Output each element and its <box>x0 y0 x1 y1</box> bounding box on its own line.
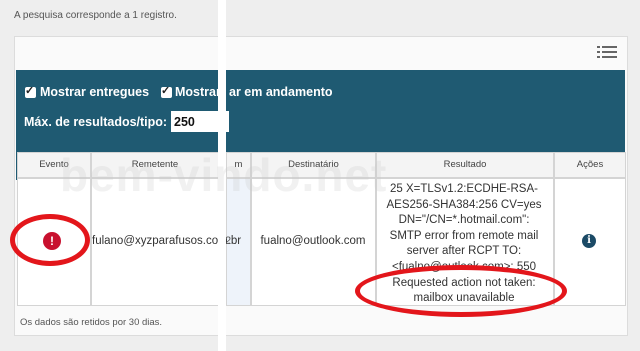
col-header-actions[interactable]: Ações <box>554 152 626 178</box>
show-pending-checkbox[interactable] <box>161 84 172 98</box>
retention-note: Os dados são retidos por 30 dias. <box>20 317 163 328</box>
col-header-sender[interactable]: Remetente <box>91 152 219 178</box>
list-view-icon[interactable] <box>597 44 617 62</box>
divider-strip <box>218 0 226 351</box>
result-highlight-ring <box>355 265 567 317</box>
show-pending-label[interactable]: Mostrar <box>175 85 221 99</box>
show-delivered-checkbox[interactable] <box>25 84 36 98</box>
event-highlight-ring <box>10 214 90 266</box>
recipient-email: fualno@outlook.com <box>260 235 366 247</box>
col-header-recipient[interactable]: Destinatário <box>251 152 376 178</box>
records-count: A pesquisa corresponde a 1 registro. <box>14 10 177 21</box>
col-header-event[interactable]: Evento <box>17 152 91 178</box>
col-header-partial[interactable]: m <box>226 152 251 178</box>
sender-email: fulano@xyzparafusos.com.br <box>92 235 242 247</box>
show-pending-label-end[interactable]: ar em andamento <box>229 85 333 99</box>
max-results-label: Máx. de resultados/tipo: <box>24 115 168 129</box>
info-icon[interactable]: i <box>582 234 596 248</box>
show-delivered-label[interactable]: Mostrar entregues <box>40 85 149 99</box>
col-header-result[interactable]: Resultado <box>376 152 554 178</box>
